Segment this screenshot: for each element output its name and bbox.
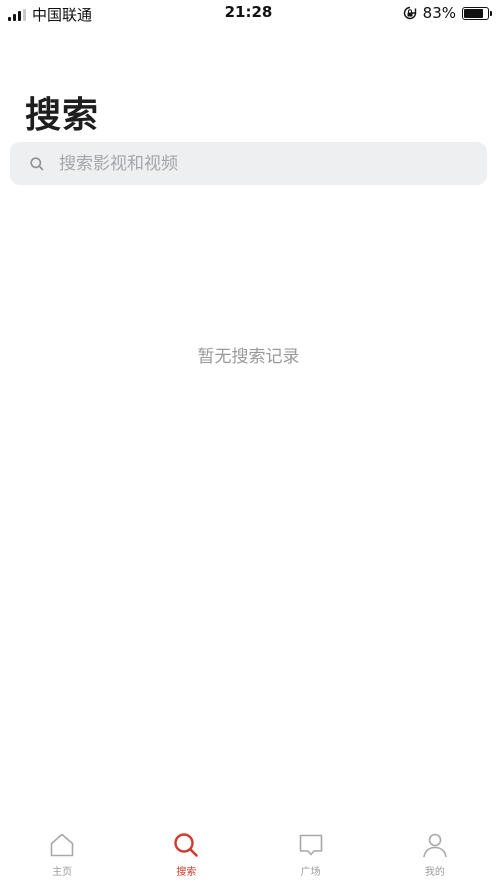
tab-profile[interactable]: 我的 <box>373 825 497 883</box>
page-title: 搜索 <box>25 95 100 136</box>
tab-search[interactable]: 搜索 <box>124 825 248 883</box>
user-icon <box>423 833 447 858</box>
tab-profile-label: 我的 <box>424 867 445 878</box>
status-right: 83% <box>403 4 492 22</box>
rotation-lock-icon <box>403 6 416 20</box>
tab-home[interactable]: 主页 <box>0 825 124 883</box>
search-bar[interactable] <box>10 142 487 185</box>
tab-home-label: 主页 <box>52 867 73 878</box>
home-icon <box>50 833 74 857</box>
search-icon <box>30 156 44 170</box>
chat-bubble-icon <box>299 834 322 856</box>
battery-icon <box>462 6 492 20</box>
battery-percent: 83% <box>422 4 456 22</box>
status-bar: 中国联通 21:28 83% <box>0 0 497 26</box>
tab-search-label: 搜索 <box>176 867 197 878</box>
tab-square[interactable]: 广场 <box>249 825 373 883</box>
search-icon <box>174 833 199 857</box>
search-input[interactable] <box>59 153 487 174</box>
tab-bar: 主页 搜索 广场 我的 <box>0 825 497 883</box>
empty-state-text: 暂无搜索记录 <box>197 347 300 367</box>
battery-fill <box>464 8 484 18</box>
battery-tip <box>490 10 492 16</box>
tab-square-label: 广场 <box>300 867 321 878</box>
screen: 中国联通 21:28 83% 搜索 暂无搜索记录 <box>0 0 497 883</box>
